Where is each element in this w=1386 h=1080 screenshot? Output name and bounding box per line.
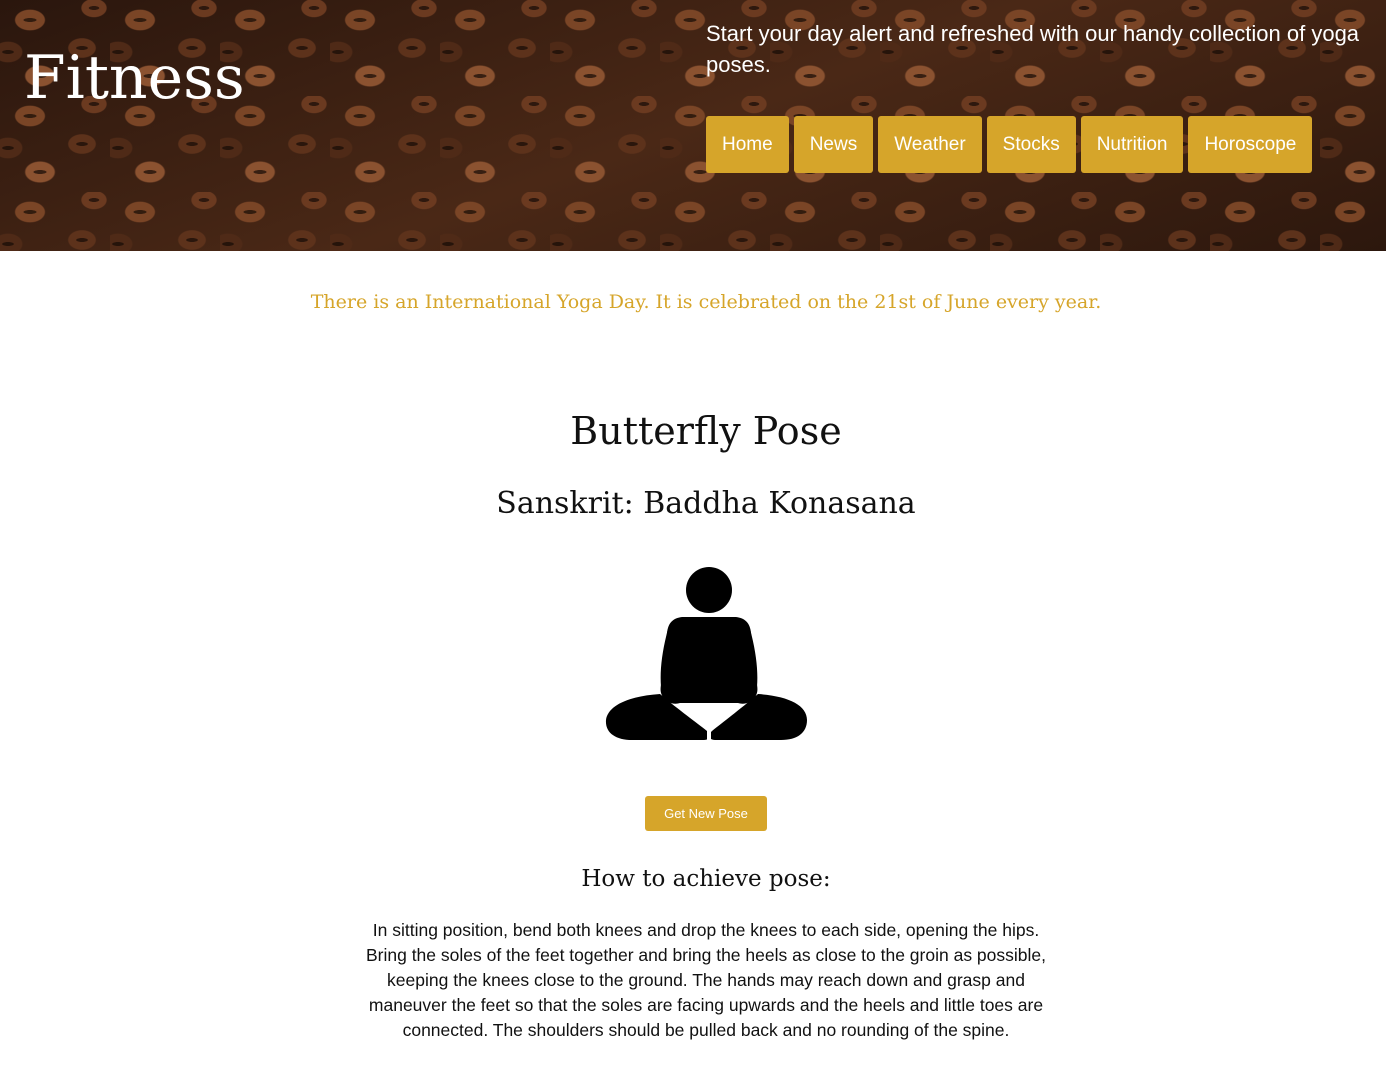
get-new-pose-button[interactable]: Get New Pose [645,796,767,831]
header-banner: Fitness Start your day alert and refresh… [0,0,1386,251]
nav-horoscope-button[interactable]: Horoscope [1188,116,1313,173]
seated-meditation-icon [605,567,807,741]
yoga-fact: There is an International Yoga Day. It i… [310,291,1102,313]
site-title: Fitness [24,43,245,113]
howto-instructions: In sitting position, bend both knees and… [365,920,1046,1040]
pose-name: Butterfly Pose [570,409,842,453]
nav-news-button[interactable]: News [793,116,874,173]
nav-nutrition-button[interactable]: Nutrition [1080,116,1184,173]
main-nav: Home News Weather Stocks Nutrition Horos… [706,116,1317,173]
pose-sanskrit-name: Sanskrit: Baddha Konasana [496,486,916,521]
howto-title: How to achieve pose: [581,866,831,892]
nav-weather-button[interactable]: Weather [878,116,982,173]
nav-stocks-button[interactable]: Stocks [986,116,1076,173]
nav-home-button[interactable]: Home [706,116,789,173]
site-tagline: Start your day alert and refreshed with … [706,21,1360,77]
